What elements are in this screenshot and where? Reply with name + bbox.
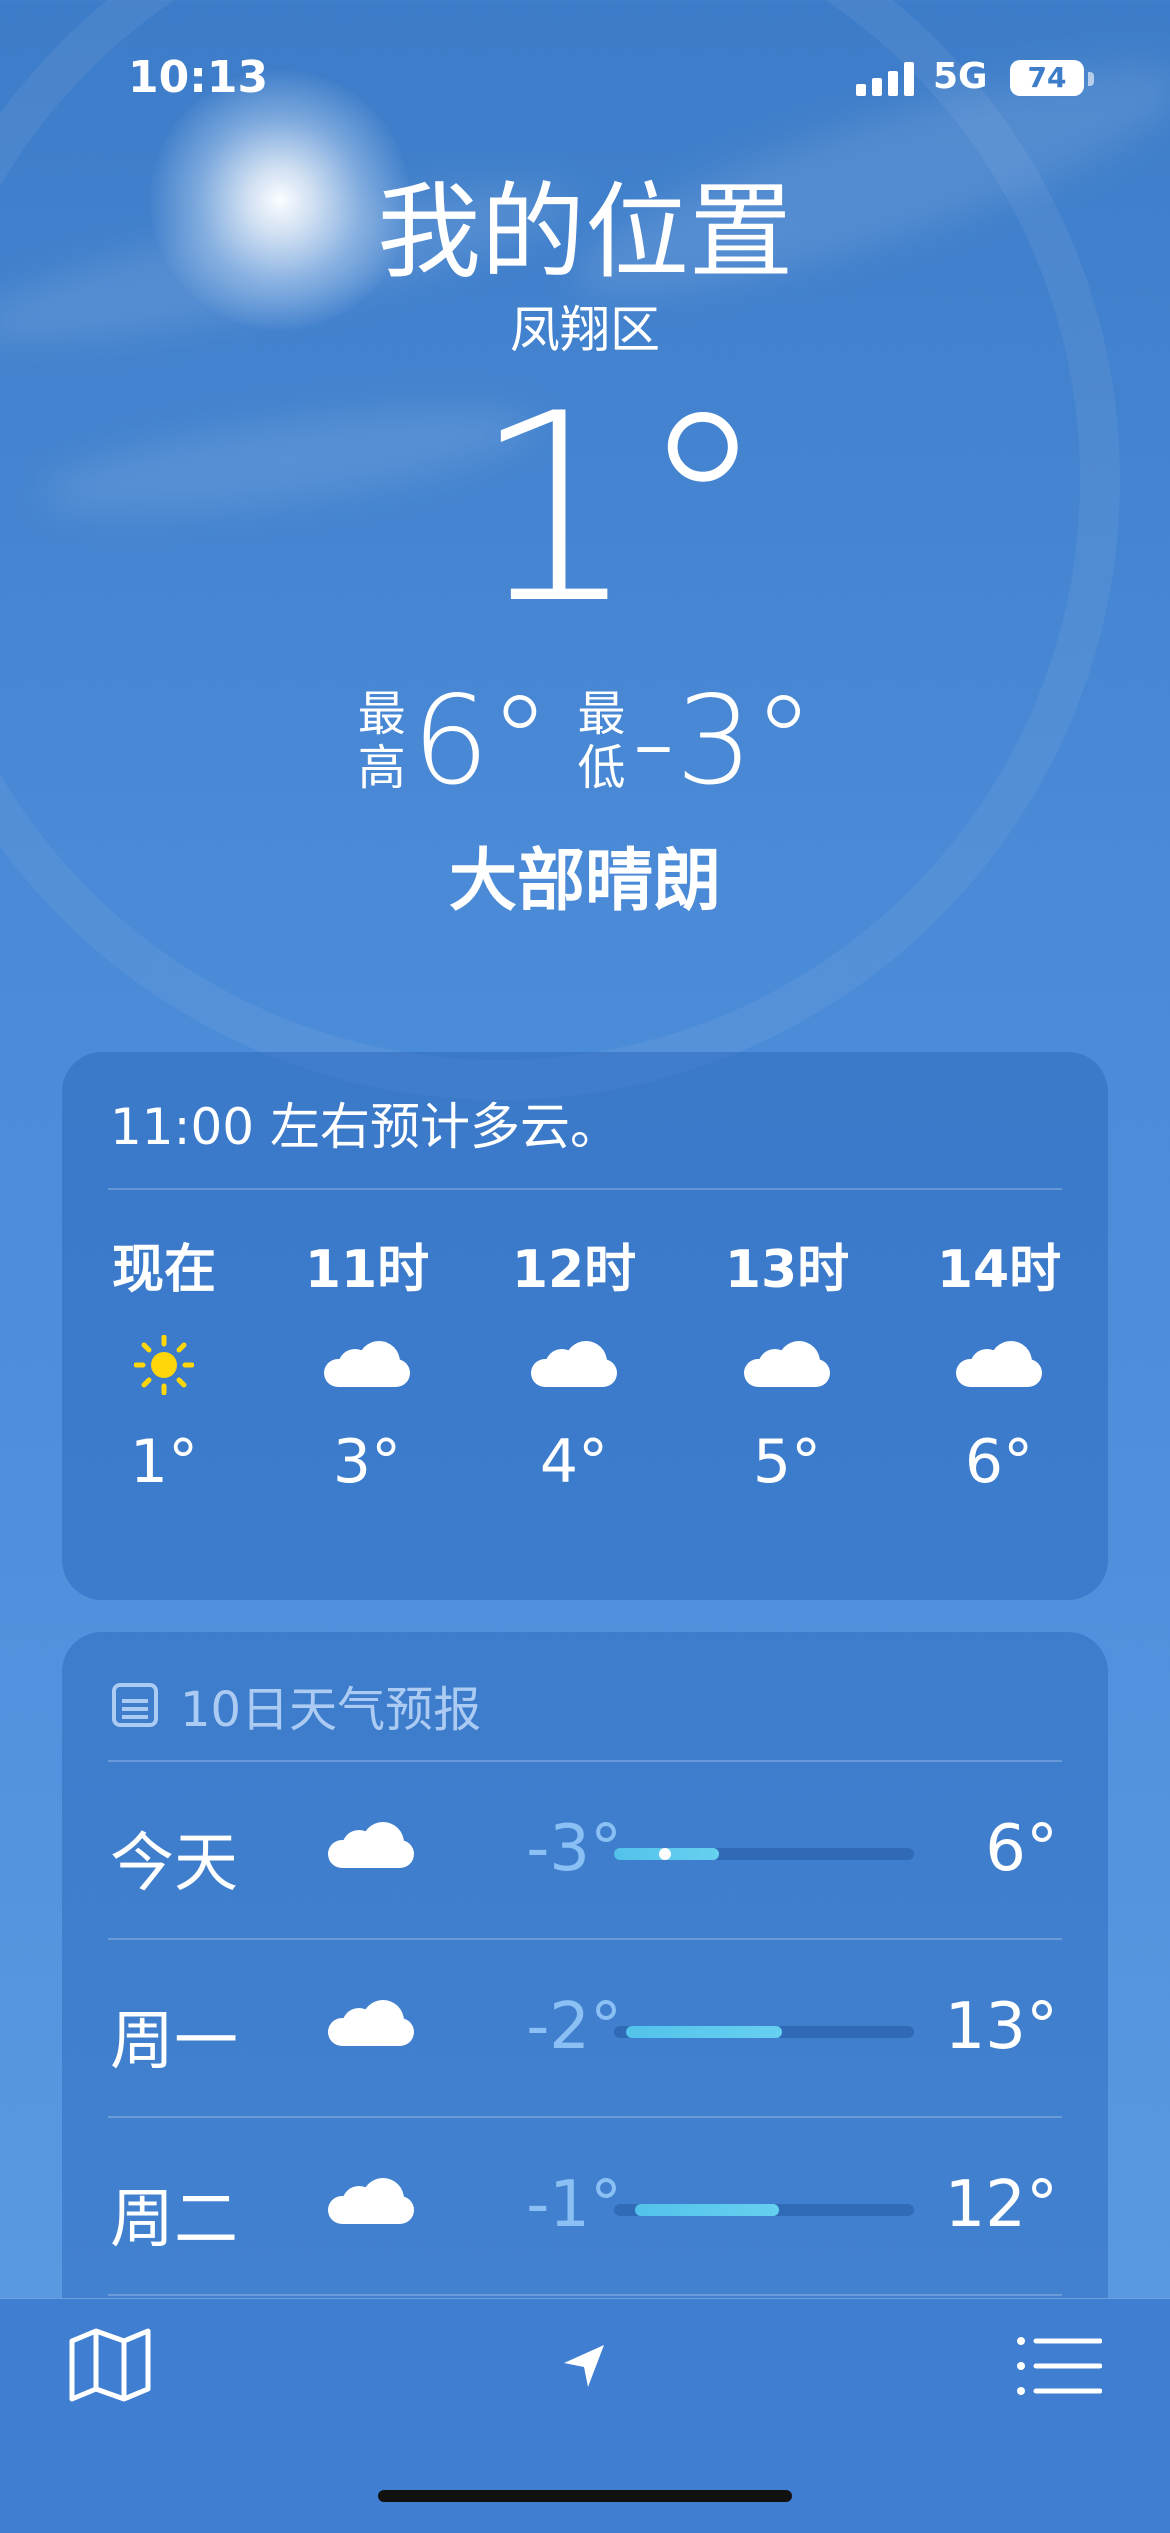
day-low-temp: -1° (526, 2168, 622, 2242)
hour-temp: 5° (752, 1427, 822, 1497)
hour-icon-wrap (484, 1297, 664, 1407)
high-group: 最高 6° (356, 680, 551, 802)
day-name: 周二 (110, 2183, 238, 2257)
hour-icon-wrap (277, 1297, 457, 1407)
hour-item: 13时 5° (697, 1227, 877, 1497)
low-label: 最低 (577, 686, 626, 796)
day-high-temp: 12° (944, 2168, 1058, 2242)
cloud-icon (956, 1341, 1042, 1387)
hourly-forecast-card[interactable]: 11:00 左右预计多云。 现在 1° 11时 3° 12时 4° 13时 5°… (62, 1052, 1108, 1600)
divider (108, 1188, 1062, 1190)
current-temp-marker (659, 1848, 671, 1860)
status-time: 10:13 (128, 52, 269, 103)
hour-label: 14时 (936, 1240, 1062, 1300)
location-arrow-icon[interactable] (560, 2341, 610, 2391)
day-name: 今天 (110, 1827, 238, 1901)
cloud-icon (328, 2178, 414, 2224)
day-high-temp: 13° (944, 1990, 1058, 2064)
hour-icon-wrap (909, 1297, 1089, 1407)
high-low: 最高 6° 最低 -3° (0, 680, 1170, 802)
day-low-temp: -3° (526, 1812, 622, 1886)
current-temperature: 1° (472, 359, 768, 661)
hour-temp: 1° (129, 1427, 199, 1497)
high-label: 最高 (357, 686, 406, 796)
location-header: 我的位置 凤翔区 (0, 170, 1170, 363)
hour-temp: 4° (539, 1427, 609, 1497)
hour-label: 11时 (304, 1240, 430, 1300)
battery-nub (1088, 72, 1094, 86)
condition-text: 大部晴朗 (448, 842, 721, 921)
temp-range-bar (614, 2026, 914, 2038)
hour-item: 现在 1° (74, 1227, 254, 1497)
list-icon[interactable] (1016, 2335, 1102, 2397)
hour-label: 现在 (111, 1240, 216, 1300)
cloud-icon (531, 1341, 617, 1387)
divider (108, 2294, 1062, 2296)
map-icon[interactable] (68, 2327, 152, 2403)
low-temp: -3° (631, 670, 815, 812)
cloud-icon (328, 2000, 414, 2046)
hour-label: 13时 (724, 1240, 850, 1300)
cloud-icon (744, 1341, 830, 1387)
hour-item: 12时 4° (484, 1227, 664, 1497)
network-type: 5G (933, 56, 988, 97)
forecast-row-today[interactable]: 今天 -3° 6° (62, 1762, 1108, 1938)
hour-item: 11时 3° (277, 1227, 457, 1497)
battery-icon: 74 (1010, 60, 1084, 96)
forecast-title-text: 10日天气预报 (180, 1682, 482, 1738)
low-group: 最低 -3° (576, 680, 815, 802)
hour-temp: 6° (964, 1427, 1034, 1497)
high-temp: 6° (411, 670, 551, 812)
hourly-summary: 11:00 左右预计多云。 (110, 1098, 620, 1156)
hour-icon-wrap (74, 1297, 254, 1407)
signal-icon (856, 62, 916, 96)
hour-item: 14时 6° (909, 1227, 1089, 1497)
home-indicator[interactable] (378, 2490, 792, 2502)
temp-range-fill (635, 2204, 779, 2216)
cloud-icon (328, 1822, 414, 1868)
forecast-row-monday[interactable]: 周一 -2° 13° (62, 1940, 1108, 2116)
status-bar: 10:13 5G 74 (0, 52, 1170, 103)
hour-icon-wrap (697, 1297, 877, 1407)
day-low-temp: -2° (526, 1990, 622, 2064)
forecast-row-tuesday[interactable]: 周二 -1° 12° (62, 2118, 1108, 2294)
sun-icon (134, 1335, 194, 1395)
temp-range-fill (626, 2026, 782, 2038)
forecast-title: 10日天气预报 (112, 1670, 481, 1740)
location-subtitle: 凤翔区 (510, 301, 660, 359)
cloud-icon (324, 1341, 410, 1387)
hour-label: 12时 (511, 1240, 637, 1300)
temp-range-bar (614, 1848, 914, 1860)
day-high-temp: 6° (985, 1812, 1058, 1886)
temp-range-bar (614, 2204, 914, 2216)
location-title: 我的位置 (376, 171, 793, 293)
hour-temp: 3° (332, 1427, 402, 1497)
day-name: 周一 (110, 2005, 238, 2079)
calendar-icon (112, 1683, 158, 1727)
